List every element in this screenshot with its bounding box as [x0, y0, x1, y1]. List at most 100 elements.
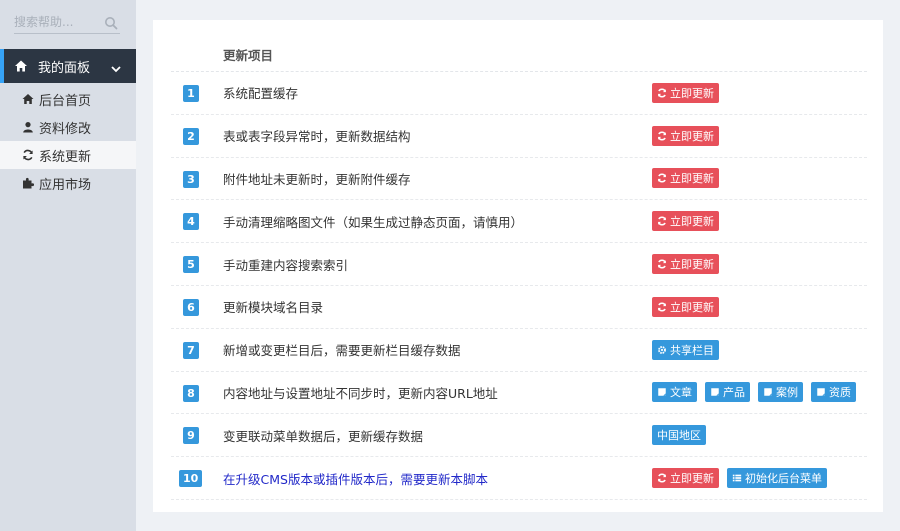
home-icon [22, 93, 34, 105]
row-actions: 立即更新 [652, 254, 719, 275]
refresh-icon [657, 216, 667, 226]
sidebar-item-label: 资料修改 [39, 121, 92, 137]
row-description: 手动清理缩略图文件（如果生成过静态页面，请慎用） [223, 214, 524, 230]
table-row: 2 表或表字段异常时，更新数据结构 立即更新 [171, 115, 867, 158]
update-table: 更新项目 1 系统配置缓存 立即更新 2 表或表字段异常时，更新数据结构 立即更… [171, 38, 867, 500]
button-label: 立即更新 [670, 215, 714, 229]
document-icon [658, 388, 666, 397]
row-description: 手动重建内容搜索索引 [223, 257, 349, 273]
row-actions: 立即更新 [652, 82, 719, 103]
refresh-icon [657, 259, 667, 269]
sidebar-item-label: 应用市场 [39, 177, 92, 193]
button-label: 共享栏目 [670, 343, 714, 357]
refresh-icon [657, 131, 667, 141]
table-header: 更新项目 [171, 38, 867, 72]
button-label: 立即更新 [670, 129, 714, 143]
search-icon[interactable] [104, 15, 118, 30]
refresh-icon [657, 302, 667, 312]
update-now-button[interactable]: 立即更新 [652, 254, 719, 275]
button-label: 立即更新 [670, 172, 714, 186]
button-label: 资质 [829, 386, 851, 400]
button-label: 立即更新 [670, 472, 714, 486]
table-row: 10 在升级CMS版本或插件版本后，需要更新本脚本 立即更新 初始化后台菜单 [171, 457, 867, 500]
search-box [14, 10, 120, 34]
row-number-badge: 6 [183, 298, 199, 316]
table-row: 8 内容地址与设置地址不同步时，更新内容URL地址 文章 产品 案例 资质 [171, 372, 867, 415]
sidebar-item-label: 系统更新 [39, 149, 92, 165]
init-admin-menu-button[interactable]: 初始化后台菜单 [727, 468, 827, 489]
sidebar-item-app-market[interactable]: 应用市场 [0, 169, 136, 197]
row-number-badge: 2 [183, 127, 199, 145]
article-button[interactable]: 文章 [652, 382, 697, 403]
refresh-icon [22, 149, 34, 161]
sidebar-item-profile[interactable]: 资料修改 [0, 113, 136, 141]
row-description: 系统配置缓存 [223, 86, 299, 102]
table-row: 9 变更联动菜单数据后，更新缓存数据 中国地区 [171, 414, 867, 458]
update-now-button[interactable]: 立即更新 [652, 125, 719, 146]
row-actions: 中国地区 [652, 425, 706, 446]
button-label: 文章 [670, 386, 692, 400]
sidebar: 我的面板 后台首页 资料修改 系统更新 应用市场 [0, 0, 136, 531]
row-number-badge: 5 [183, 256, 199, 274]
row-actions: 立即更新 初始化后台菜单 [652, 468, 827, 489]
row-number-badge: 7 [183, 341, 199, 359]
case-button[interactable]: 案例 [758, 382, 803, 403]
home-icon [14, 59, 28, 73]
update-now-button[interactable]: 立即更新 [652, 82, 719, 103]
update-now-button[interactable]: 立即更新 [652, 168, 719, 189]
sidebar-item-label: 后台首页 [39, 93, 92, 109]
sidebar-item-home[interactable]: 后台首页 [0, 85, 136, 113]
row-actions: 立即更新 [652, 211, 719, 232]
table-row: 7 新增或变更栏目后，需要更新栏目缓存数据 共享栏目 [171, 329, 867, 372]
refresh-icon [657, 174, 667, 183]
table-row: 1 系统配置缓存 立即更新 [171, 72, 867, 115]
update-now-button[interactable]: 立即更新 [652, 296, 719, 317]
user-icon [22, 121, 34, 133]
document-icon [711, 388, 719, 397]
row-number-badge: 9 [183, 427, 199, 445]
button-label: 立即更新 [670, 86, 714, 100]
row-number-badge: 4 [183, 213, 199, 231]
menu-group-label: 我的面板 [38, 60, 91, 76]
row-description: 内容地址与设置地址不同步时，更新内容URL地址 [223, 385, 498, 401]
row-description: 变更联动菜单数据后，更新缓存数据 [223, 428, 424, 444]
row-actions: 立即更新 [652, 296, 719, 317]
row-description: 新增或变更栏目后，需要更新栏目缓存数据 [223, 343, 461, 359]
row-description: 表或表字段异常时，更新数据结构 [223, 129, 411, 145]
row-actions: 立即更新 [652, 125, 719, 146]
refresh-icon [657, 88, 667, 98]
button-label: 案例 [776, 386, 798, 400]
row-number-badge: 1 [183, 85, 199, 102]
row-description: 附件地址未更新时，更新附件缓存 [223, 171, 411, 187]
table-row: 4 手动清理缩略图文件（如果生成过静态页面，请慎用） 立即更新 [171, 200, 867, 244]
update-now-button[interactable]: 立即更新 [652, 468, 719, 489]
sidebar-item-system-update[interactable]: 系统更新 [0, 141, 136, 169]
button-label: 初始化后台菜单 [745, 472, 822, 486]
row-actions: 文章 产品 案例 资质 [652, 382, 856, 403]
china-region-button[interactable]: 中国地区 [652, 425, 706, 446]
submenu: 后台首页 资料修改 系统更新 应用市场 [0, 85, 136, 197]
button-label: 产品 [723, 386, 745, 400]
table-row: 6 更新模块域名目录 立即更新 [171, 286, 867, 329]
qualification-button[interactable]: 资质 [811, 382, 856, 403]
button-label: 立即更新 [670, 258, 714, 272]
row-description: 在升级CMS版本或插件版本后，需要更新本脚本 [223, 471, 488, 487]
gear-icon [658, 345, 666, 354]
row-number-badge: 8 [183, 384, 199, 402]
document-icon [817, 388, 825, 397]
product-button[interactable]: 产品 [705, 382, 750, 403]
shared-category-button[interactable]: 共享栏目 [652, 339, 719, 360]
table-row: 5 手动重建内容搜索索引 立即更新 [171, 243, 867, 286]
puzzle-icon [22, 177, 34, 189]
update-panel: 更新项目 1 系统配置缓存 立即更新 2 表或表字段异常时，更新数据结构 立即更… [153, 20, 883, 512]
update-now-button[interactable]: 立即更新 [652, 211, 719, 232]
column-header-update-item: 更新项目 [223, 48, 274, 63]
table-row: 3 附件地址未更新时，更新附件缓存 立即更新 [171, 158, 867, 201]
row-actions: 共享栏目 [652, 339, 719, 360]
list-icon [732, 474, 742, 482]
refresh-icon [657, 473, 667, 483]
menu-group-my-panel[interactable]: 我的面板 [0, 49, 136, 83]
row-actions: 立即更新 [652, 168, 719, 189]
search-input[interactable] [14, 12, 100, 32]
row-number-badge: 3 [183, 170, 199, 188]
